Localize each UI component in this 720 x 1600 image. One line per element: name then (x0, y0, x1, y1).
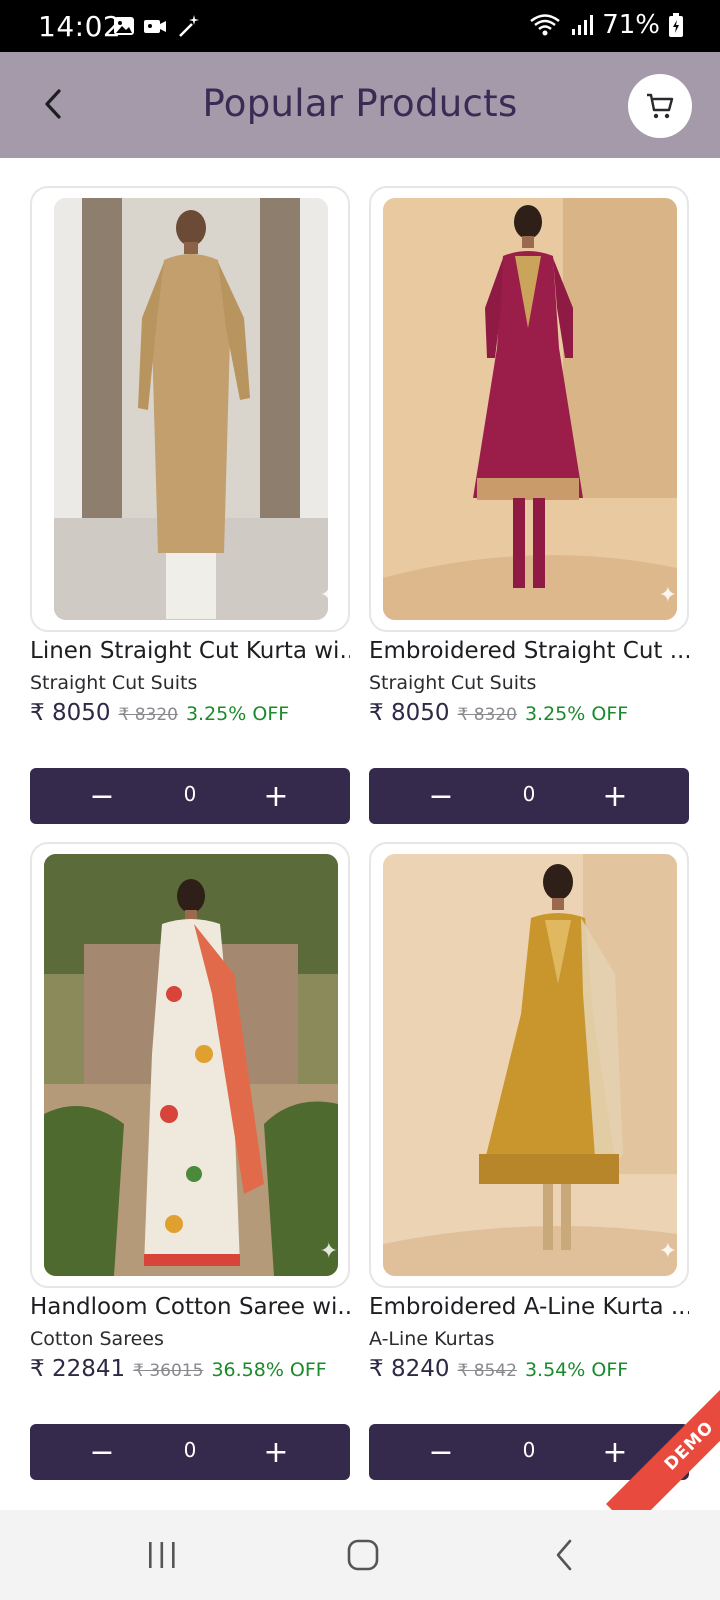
product-name[interactable]: Handloom Cotton Saree wi... (30, 1294, 350, 1320)
quantity-stepper: − 0 + (369, 768, 689, 824)
status-bar: 14:02 71% (0, 0, 720, 52)
product-image (383, 198, 677, 620)
home-icon (347, 1539, 379, 1571)
product-image (44, 854, 338, 1276)
product-name[interactable]: Embroidered A-Line Kurta ... (369, 1294, 689, 1320)
product-price: ₹ 8050 (369, 700, 450, 726)
sparkle-icon: ✦ (319, 1238, 338, 1263)
page-title: Popular Products (202, 82, 518, 125)
recent-apps-icon (149, 1542, 175, 1568)
cart-button[interactable] (628, 74, 692, 138)
demo-ribbon: DEMO (606, 1380, 720, 1510)
product-image-frame[interactable]: ✦ (369, 186, 689, 632)
quantity-stepper: − 0 + (30, 768, 350, 824)
quantity-value: 0 (183, 782, 197, 806)
decrease-quantity-button[interactable]: − (411, 1424, 471, 1480)
product-mrp: ₹ 36015 (133, 1361, 204, 1381)
product-mrp: ₹ 8320 (118, 705, 178, 725)
quantity-value: 0 (183, 1438, 197, 1462)
decrease-quantity-button[interactable]: − (411, 768, 471, 824)
back-arrow-icon (556, 1539, 572, 1571)
sparkle-icon: ✦ (319, 582, 338, 607)
product-name[interactable]: Embroidered Straight Cut ... (369, 638, 689, 664)
product-category: Straight Cut Suits (30, 672, 198, 694)
product-discount: 3.25% OFF (524, 703, 629, 725)
product-category: Straight Cut Suits (369, 672, 537, 694)
price-row: ₹ 8050 ₹ 8320 3.25% OFF (30, 700, 289, 726)
product-mrp: ₹ 8320 (457, 705, 517, 725)
product-category: Cotton Sarees (30, 1328, 164, 1350)
status-time: 14:02 (38, 10, 122, 43)
product-discount: 3.54% OFF (524, 1359, 629, 1381)
screen: 14:02 71% Popular Products ✦ Linen Strai… (0, 0, 720, 1600)
product-image-frame[interactable]: ✦ (369, 842, 689, 1288)
quantity-value: 0 (522, 782, 536, 806)
product-price: ₹ 8050 (30, 700, 111, 726)
product-name[interactable]: Linen Straight Cut Kurta wi... (30, 638, 350, 664)
price-row: ₹ 22841 ₹ 36015 36.58% OFF (30, 1356, 327, 1382)
increase-quantity-button[interactable]: + (585, 768, 645, 824)
product-image (383, 854, 677, 1276)
product-image (54, 198, 328, 620)
increase-quantity-button[interactable]: + (246, 768, 306, 824)
sparkle-icon: ✦ (658, 582, 677, 607)
status-notification-icons (112, 12, 202, 40)
product-image-frame[interactable]: ✦ (30, 842, 350, 1288)
signal-icon (572, 15, 594, 35)
navigation-bar (0, 1510, 720, 1600)
battery-icon (669, 13, 683, 37)
cart-icon (647, 93, 674, 119)
decrease-quantity-button[interactable]: − (72, 1424, 132, 1480)
video-call-icon (144, 20, 166, 33)
wifi-icon (530, 14, 560, 36)
product-image-frame[interactable]: ✦ (30, 186, 350, 632)
battery-percentage: 71% (602, 10, 660, 40)
product-category: A-Line Kurtas (369, 1328, 495, 1350)
product-discount: 36.58% OFF (211, 1359, 327, 1381)
product-price: ₹ 22841 (30, 1356, 126, 1382)
home-button[interactable] (333, 1530, 393, 1580)
status-system-icons: 71% (528, 10, 684, 40)
product-mrp: ₹ 8542 (457, 1361, 517, 1381)
recent-apps-button[interactable] (132, 1530, 192, 1580)
product-price: ₹ 8240 (369, 1356, 450, 1382)
system-back-button[interactable] (534, 1530, 594, 1580)
quantity-stepper: − 0 + (30, 1424, 350, 1480)
quantity-value: 0 (522, 1438, 536, 1462)
sparkle-icon: ✦ (658, 1238, 677, 1263)
price-row: ₹ 8050 ₹ 8320 3.25% OFF (369, 700, 628, 726)
price-row: ₹ 8240 ₹ 8542 3.54% OFF (369, 1356, 628, 1382)
product-discount: 3.25% OFF (185, 703, 290, 725)
increase-quantity-button[interactable]: + (246, 1424, 306, 1480)
gallery-icon (114, 17, 134, 35)
app-bar: Popular Products (0, 52, 720, 158)
demo-ribbon-container: DEMO (600, 1380, 720, 1510)
decrease-quantity-button[interactable]: − (72, 768, 132, 824)
magic-wand-icon (179, 15, 199, 37)
